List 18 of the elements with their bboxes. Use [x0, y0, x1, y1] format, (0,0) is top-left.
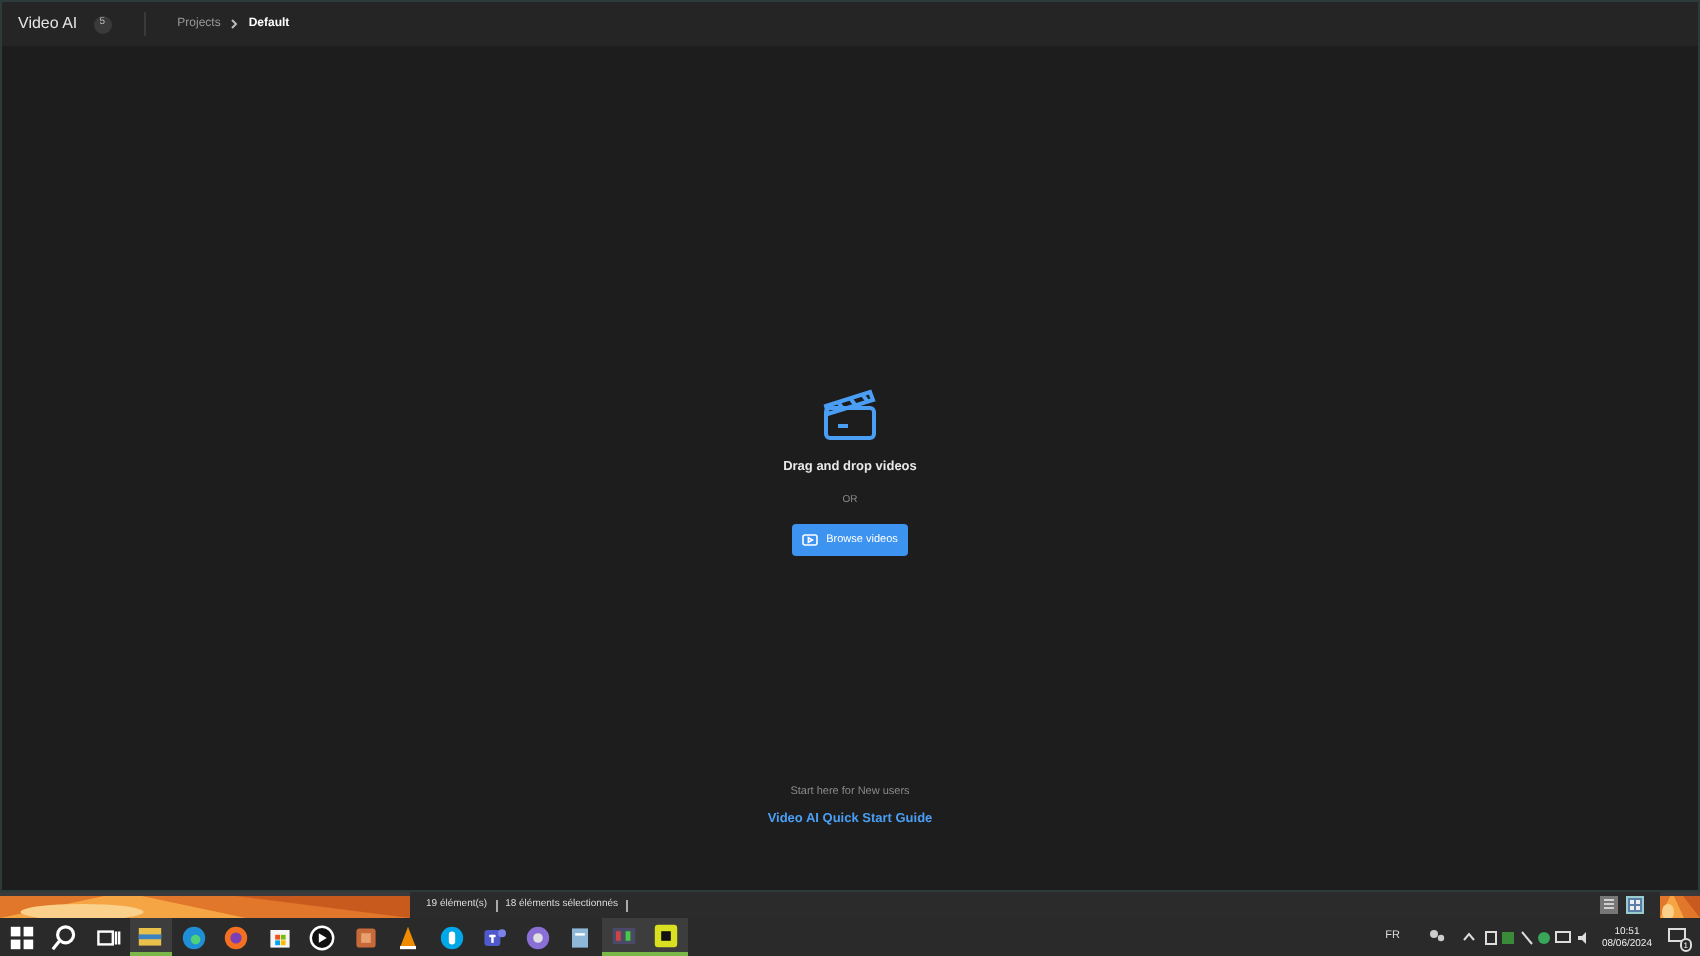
taskbar-app-button[interactable]	[645, 918, 688, 956]
chevron-icon	[228, 18, 241, 30]
app-title: Video AI	[18, 12, 78, 36]
people-icon[interactable]	[1427, 928, 1446, 946]
tiles-view-button[interactable]	[1626, 896, 1644, 914]
browser-icon	[177, 921, 210, 953]
clapperboard-icon	[820, 386, 880, 442]
taskbar-app-button[interactable]	[129, 918, 172, 956]
details-view-button[interactable]	[1600, 896, 1618, 914]
notification-icon[interactable]	[1668, 927, 1686, 943]
video-file-icon	[802, 534, 819, 547]
app-icon	[650, 919, 683, 951]
browser-icon	[220, 921, 253, 953]
chevron-up-icon[interactable]	[1461, 930, 1476, 944]
chat-icon	[435, 921, 468, 953]
search-icon	[48, 921, 81, 953]
play-icon	[306, 921, 339, 953]
windows-start-icon	[5, 921, 38, 953]
